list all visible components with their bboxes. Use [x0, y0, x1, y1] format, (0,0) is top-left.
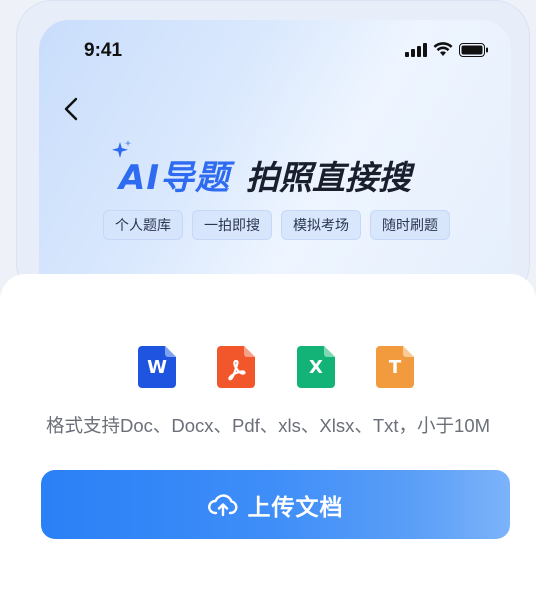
headline-text: 拍照直接搜: [245, 158, 411, 197]
pdf-file-icon: [217, 346, 255, 388]
txt-file-icon: T: [376, 346, 414, 388]
chevron-left-icon: [64, 97, 78, 121]
battery-icon: [459, 42, 488, 57]
status-time: 9:41: [84, 40, 123, 61]
cloud-upload-icon: [207, 493, 237, 516]
upload-document-button[interactable]: 上传文档: [41, 470, 510, 539]
back-button[interactable]: [59, 94, 83, 124]
headline: AI导题 拍照直接搜: [119, 150, 411, 199]
wifi-icon: [433, 42, 453, 56]
cellular-signal-icon: [405, 42, 427, 57]
excel-file-letter: X: [309, 356, 323, 378]
upload-sheet: W X T 格式支持Doc、Docx、Pdf、xls、Xlsx、Txt，小于10…: [0, 274, 536, 600]
feature-tags: 个人题库 一拍即搜 模拟考场 随时刷题: [103, 210, 450, 240]
word-file-letter: W: [147, 356, 167, 378]
tag-personal-bank: 个人题库: [103, 210, 183, 240]
tag-practice: 随时刷题: [370, 210, 450, 240]
upload-button-label: 上传文档: [247, 494, 344, 521]
pdf-file-letter: [217, 346, 255, 388]
status-icons: [405, 42, 489, 57]
headline-highlight: AI导题: [119, 158, 230, 198]
tag-mock-exam: 模拟考场: [281, 210, 361, 240]
supported-formats-text: 格式支持Doc、Docx、Pdf、xls、Xlsx、Txt，小于10M: [45, 415, 491, 436]
preview-screen: 9:41 AI导题 拍照直接搜 个人题库 一拍即搜 模拟考场 随时刷题: [39, 20, 511, 310]
excel-file-icon: X: [297, 346, 335, 388]
word-file-icon: W: [138, 346, 176, 388]
txt-file-letter: T: [388, 356, 402, 378]
tag-snap-search: 一拍即搜: [192, 210, 272, 240]
